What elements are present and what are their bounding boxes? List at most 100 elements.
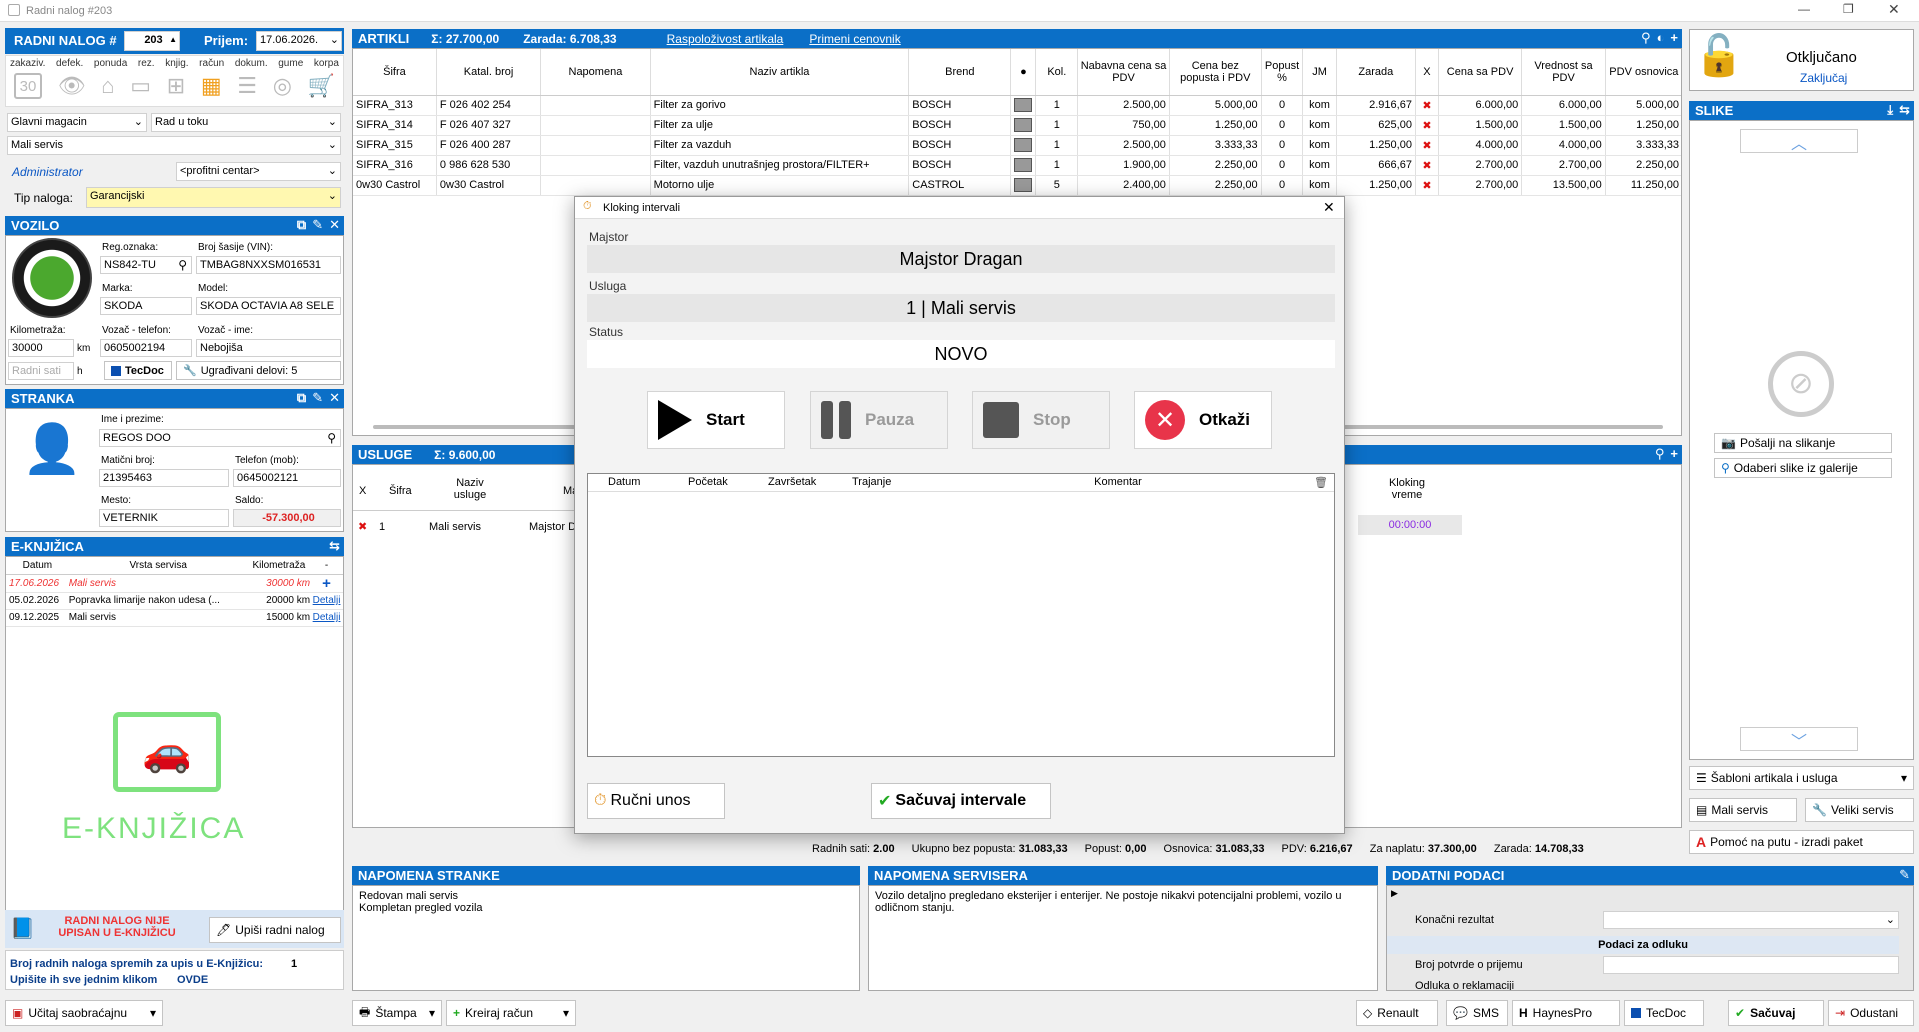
client-name-input[interactable]: REGOS DOO ⚲: [99, 429, 341, 447]
search-icon[interactable]: ⚲: [1641, 30, 1651, 46]
status-select[interactable]: Rad u toku ⌄: [151, 113, 341, 132]
articles-col-header[interactable]: PDV osnovica: [1605, 49, 1681, 96]
confirm-input[interactable]: [1603, 956, 1899, 974]
create-invoice-button[interactable]: + Kreiraj račun ▾: [446, 1000, 576, 1026]
edit-icon[interactable]: ✎: [1899, 867, 1910, 883]
invoice-icon[interactable]: ▦: [201, 73, 222, 99]
save-intervals-button[interactable]: ✔ Sačuvaj intervale: [871, 783, 1051, 819]
add-entry-icon[interactable]: +: [310, 574, 343, 592]
roadside-help-button[interactable]: A Pomoć na putu - izradi paket: [1689, 830, 1914, 854]
toolbar-label[interactable]: defek.: [56, 58, 83, 69]
list-item[interactable]: 09.12.2025 Mali servis 15000 km Detalji: [6, 609, 343, 626]
city-input[interactable]: VETERNIK: [99, 509, 229, 527]
book-icon[interactable]: ⊞: [167, 73, 185, 99]
availability-link[interactable]: Raspoloživost artikala: [667, 32, 784, 46]
search-icon[interactable]: ⚲: [178, 257, 187, 273]
close-icon[interactable]: ✕: [329, 390, 340, 406]
order-type-select[interactable]: Garancijski ⌄: [86, 187, 341, 208]
mb-input[interactable]: 21395463: [99, 469, 229, 487]
calendar-icon[interactable]: 30: [14, 73, 42, 99]
interval-col-header[interactable]: Datum: [608, 476, 640, 488]
close-icon[interactable]: ✕: [329, 217, 340, 233]
details-link[interactable]: Detalji: [310, 592, 343, 609]
renault-button[interactable]: ◇ Renault: [1356, 1000, 1438, 1026]
toolbar-label[interactable]: dokum.: [235, 58, 268, 69]
warehouse-select[interactable]: Glavni magacin ⌄: [7, 113, 147, 132]
articles-col-header[interactable]: Cena bez popusta i PDV: [1169, 49, 1262, 96]
tag-icon[interactable]: ⌂: [101, 73, 114, 99]
remove-service-icon[interactable]: ✖: [358, 520, 367, 533]
driver-phone-input[interactable]: 0605002194: [100, 339, 192, 357]
articles-col-header[interactable]: Kol.: [1035, 49, 1079, 96]
articles-col-header[interactable]: Cena sa PDV: [1438, 49, 1523, 96]
received-date-picker[interactable]: 17.06.2026. ⌄: [256, 31, 342, 51]
write-order-button[interactable]: 🖊 Upiši radni nalog: [209, 917, 341, 943]
table-row[interactable]: SIFRA_316 0 986 628 530 Filter, vazduh unu…: [353, 155, 1681, 176]
big-service-button[interactable]: 🔧 Veliki servis: [1805, 798, 1914, 822]
list-item[interactable]: 05.02.2026 Popravka limarije nakon udesa …: [6, 592, 343, 609]
start-button[interactable]: Start: [647, 391, 785, 449]
interval-col-header[interactable]: Komentar: [918, 476, 1318, 488]
scroll-up-button[interactable]: ︿: [1740, 129, 1858, 153]
table-row[interactable]: SIFRA_313 F 026 402 254 Filter za gorivo BO…: [353, 95, 1681, 116]
copy-icon[interactable]: ⧉: [297, 217, 306, 233]
pause-button[interactable]: Pauza: [810, 391, 948, 449]
all-link[interactable]: OVDE: [177, 974, 208, 986]
articles-col-header[interactable]: Naziv artikla: [650, 49, 910, 96]
reg-input[interactable]: NS842-TU ⚲: [100, 256, 192, 274]
toolbar-label[interactable]: račun: [199, 58, 224, 69]
tire-icon[interactable]: ◎: [273, 73, 292, 99]
articles-col-header[interactable]: ●: [1010, 49, 1037, 96]
articles-col-header[interactable]: Katal. broj: [436, 49, 542, 96]
list-item[interactable]: 17.06.2026 Mali servis 30000 km +: [6, 574, 343, 592]
toolbar-label[interactable]: zakaziv.: [10, 58, 45, 69]
sms-button[interactable]: 💬 SMS: [1446, 1000, 1508, 1026]
order-number-input[interactable]: 203 ▲: [124, 31, 180, 51]
maximize-icon[interactable]: ❐: [1843, 2, 1854, 16]
print-button[interactable]: 🖶 Štampa ▾: [352, 1000, 442, 1026]
cancel-button[interactable]: ⇥ Odustani: [1828, 1000, 1914, 1026]
scroll-down-button[interactable]: ﹀: [1740, 727, 1858, 751]
installed-parts-button[interactable]: 🔧 Ugrađivani delovi: 5: [176, 361, 341, 380]
table-row[interactable]: SIFRA_315 F 026 400 287 Filter za vazduh BO…: [353, 135, 1681, 156]
model-input[interactable]: SKODA OCTAVIA A8 SELE: [196, 297, 341, 315]
articles-col-header[interactable]: JM: [1302, 49, 1337, 96]
toolbar-label[interactable]: knjig.: [165, 58, 188, 69]
cancel-clock-button[interactable]: ✕ Otkaži: [1134, 391, 1272, 449]
tecdoc-button[interactable]: TecDoc: [104, 361, 172, 380]
manual-entry-button[interactable]: ⏱ Ručni unos: [587, 783, 725, 819]
sync-icon[interactable]: ⇆: [329, 538, 340, 554]
cart-icon[interactable]: 🛒: [308, 73, 335, 99]
edit-icon[interactable]: ✎: [312, 390, 323, 406]
make-input[interactable]: SKODA: [100, 297, 192, 315]
remove-article-icon[interactable]: ✖: [1415, 95, 1439, 116]
send-photo-button[interactable]: 📷 Pošalji na slikanje: [1714, 433, 1892, 453]
table-row[interactable]: 0w30 Castrol 0w30 Castrol Motorno ulje CAST…: [353, 175, 1681, 196]
articles-col-header[interactable]: Napomena: [540, 49, 651, 96]
gallery-button[interactable]: ⚲ Odaberi slike iz galerije: [1714, 458, 1892, 478]
small-service-button[interactable]: ▤ Mali servis: [1689, 798, 1797, 822]
add-icon[interactable]: +: [1670, 446, 1678, 462]
driver-name-input[interactable]: Nebojiša: [196, 339, 341, 357]
final-result-select[interactable]: ⌄: [1603, 911, 1899, 929]
articles-col-header[interactable]: Vrednost sa PDV: [1521, 49, 1606, 96]
tel-input[interactable]: 0645002121: [233, 469, 341, 487]
lock-open-icon[interactable]: 🔓: [1694, 32, 1744, 79]
articles-col-header[interactable]: Nabavna cena sa PDV: [1077, 49, 1170, 96]
client-note-textarea[interactable]: Redovan mali servis Kompletan pregled vo…: [352, 885, 860, 991]
tecdoc-bottom-button[interactable]: TecDoc: [1624, 1000, 1704, 1026]
add-icon[interactable]: +: [1670, 30, 1678, 46]
download-icon[interactable]: ⤓: [1887, 102, 1893, 118]
delete-icon[interactable]: 🗑: [1314, 476, 1328, 489]
close-icon[interactable]: ✕: [1888, 1, 1900, 18]
articles-col-header[interactable]: Popust %: [1261, 49, 1304, 96]
templates-select[interactable]: ☰ Šabloni artikala i usluga ▾: [1689, 766, 1914, 790]
toolbar-label[interactable]: korpa: [314, 58, 339, 69]
search-icon[interactable]: ⚲: [1655, 446, 1665, 462]
articles-col-header[interactable]: Šifra: [353, 49, 437, 96]
km-input[interactable]: 30000: [8, 339, 74, 357]
clock-cell[interactable]: 00:00:00: [1358, 515, 1462, 535]
articles-col-header[interactable]: Zarada: [1336, 49, 1416, 96]
minimize-icon[interactable]: —: [1798, 2, 1810, 16]
remove-article-icon[interactable]: ✖: [1415, 135, 1439, 156]
